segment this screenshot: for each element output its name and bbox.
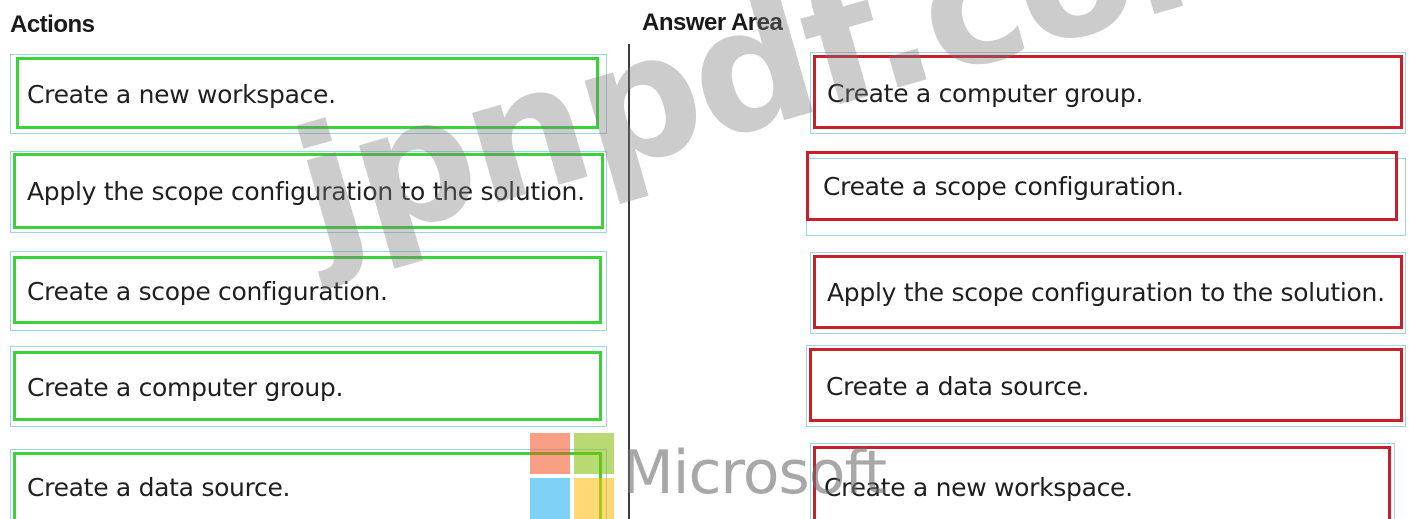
answer-item[interactable]: Apply the scope configuration to the sol… [810, 252, 1406, 334]
action-item[interactable]: Apply the scope configuration to the sol… [10, 151, 607, 233]
action-item-label: Create a new workspace. [27, 80, 336, 109]
answer-item-label: Create a data source. [826, 372, 1090, 401]
answer-item-label: Apply the scope configuration to the sol… [827, 278, 1385, 307]
answer-item-label: Create a scope configuration. [823, 172, 1184, 201]
answer-item[interactable]: Create a new workspace. [810, 443, 1395, 519]
answer-item-label: Create a computer group. [827, 79, 1144, 108]
action-item-label: Apply the scope configuration to the sol… [27, 177, 585, 206]
watermark-text: jpnpdf.com [275, 0, 1319, 293]
action-item[interactable]: Create a computer group. [10, 346, 607, 427]
action-item-label: Create a computer group. [27, 373, 344, 402]
actions-heading: Actions [10, 11, 95, 38]
action-item-label: Create a data source. [27, 473, 291, 502]
answer-item[interactable]: Create a computer group. [810, 52, 1406, 134]
action-item[interactable]: Create a new workspace. [10, 54, 607, 134]
answer-area-heading: Answer Area [642, 9, 783, 36]
microsoft-watermark: Microsoft [622, 438, 887, 508]
answer-item[interactable]: Create a data source. [806, 345, 1406, 427]
action-item[interactable]: Create a scope configuration. [10, 251, 607, 331]
action-item[interactable]: Create a data source. [10, 449, 607, 519]
answer-item[interactable]: Create a scope configuration. [806, 148, 1406, 236]
microsoft-logo-icon [530, 433, 614, 519]
action-item-label: Create a scope configuration. [27, 277, 388, 306]
